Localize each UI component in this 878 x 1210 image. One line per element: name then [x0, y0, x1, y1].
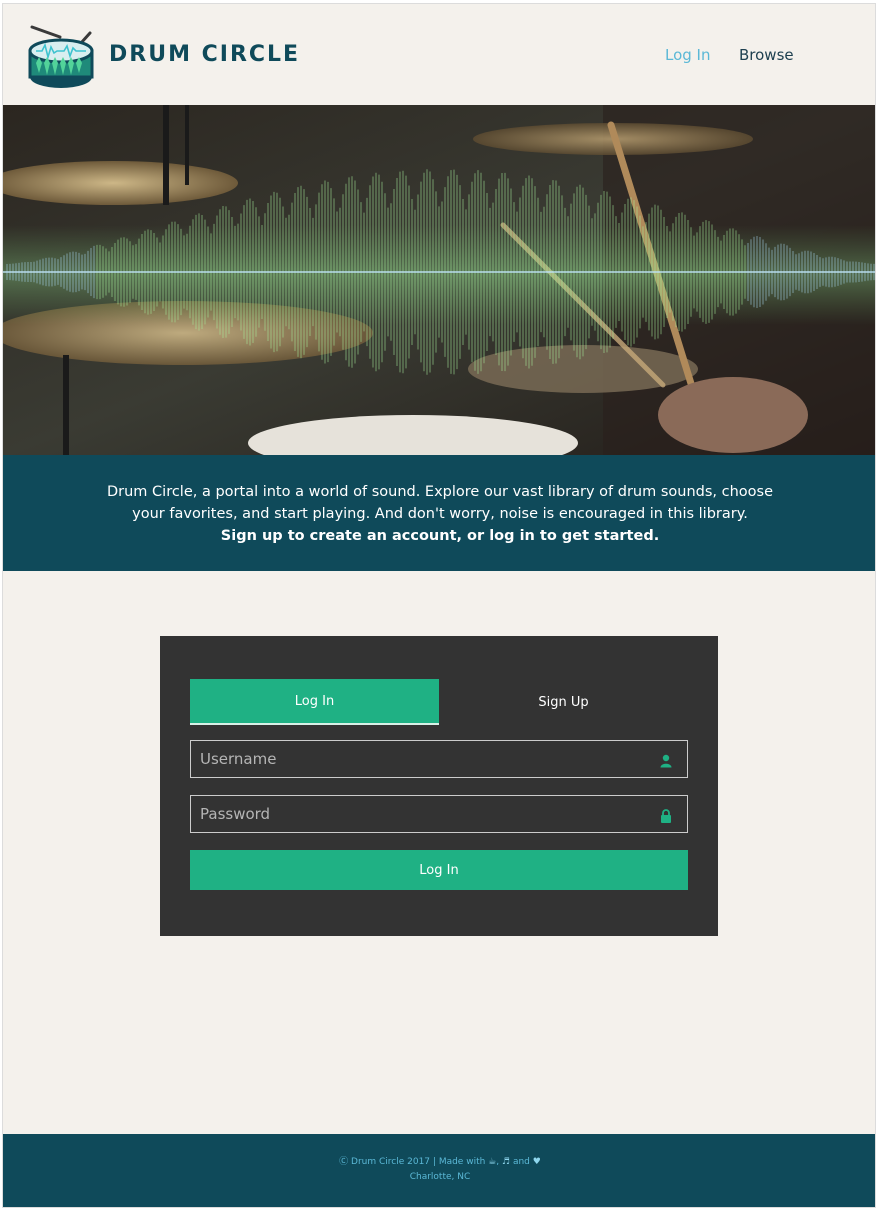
intro-text: Drum Circle, a portal into a world of so…	[106, 484, 774, 522]
coffee-icon: ☕	[488, 1157, 497, 1167]
login-submit-button[interactable]: Log In	[190, 850, 688, 890]
brand-title[interactable]: DRUM CIRCLE	[109, 42, 300, 67]
site-footer: Ⓒ Drum Circle 2017 | Made with ☕, ♬ and …	[3, 1134, 875, 1207]
hero-image	[3, 105, 875, 455]
heart-icon: ♥	[532, 1157, 541, 1167]
intro-banner: Drum Circle, a portal into a world of so…	[3, 455, 875, 571]
password-field[interactable]	[190, 795, 688, 833]
site-header: DRUM CIRCLE Log In Browse	[3, 4, 875, 105]
nav-browse-link[interactable]: Browse	[739, 46, 794, 64]
copyright-icon: Ⓒ	[339, 1157, 349, 1167]
auth-panel: Log In Sign Up Log In	[160, 636, 718, 936]
footer-and: and	[512, 1157, 530, 1167]
password-input[interactable]	[191, 796, 687, 832]
page: DRUM CIRCLE Log In Browse Drum Circle, a…	[2, 3, 876, 1208]
drum-logo-icon[interactable]	[26, 23, 96, 91]
username-field[interactable]	[190, 740, 688, 778]
footer-copyright: Drum Circle 2017	[351, 1157, 431, 1167]
username-input[interactable]	[191, 741, 687, 777]
music-note-icon: ♬	[502, 1157, 511, 1167]
footer-line-1: Ⓒ Drum Circle 2017 | Made with ☕, ♬ and …	[339, 1157, 541, 1167]
footer-location: Charlotte, NC	[409, 1172, 471, 1182]
intro-cta: Sign up to create an account, or log in …	[220, 528, 660, 544]
lock-icon	[661, 809, 671, 823]
tab-login[interactable]: Log In	[190, 679, 439, 725]
nav-login-link[interactable]: Log In	[665, 46, 711, 64]
footer-made-with: | Made with	[432, 1157, 486, 1167]
user-icon	[660, 754, 672, 768]
tab-signup[interactable]: Sign Up	[439, 679, 688, 725]
